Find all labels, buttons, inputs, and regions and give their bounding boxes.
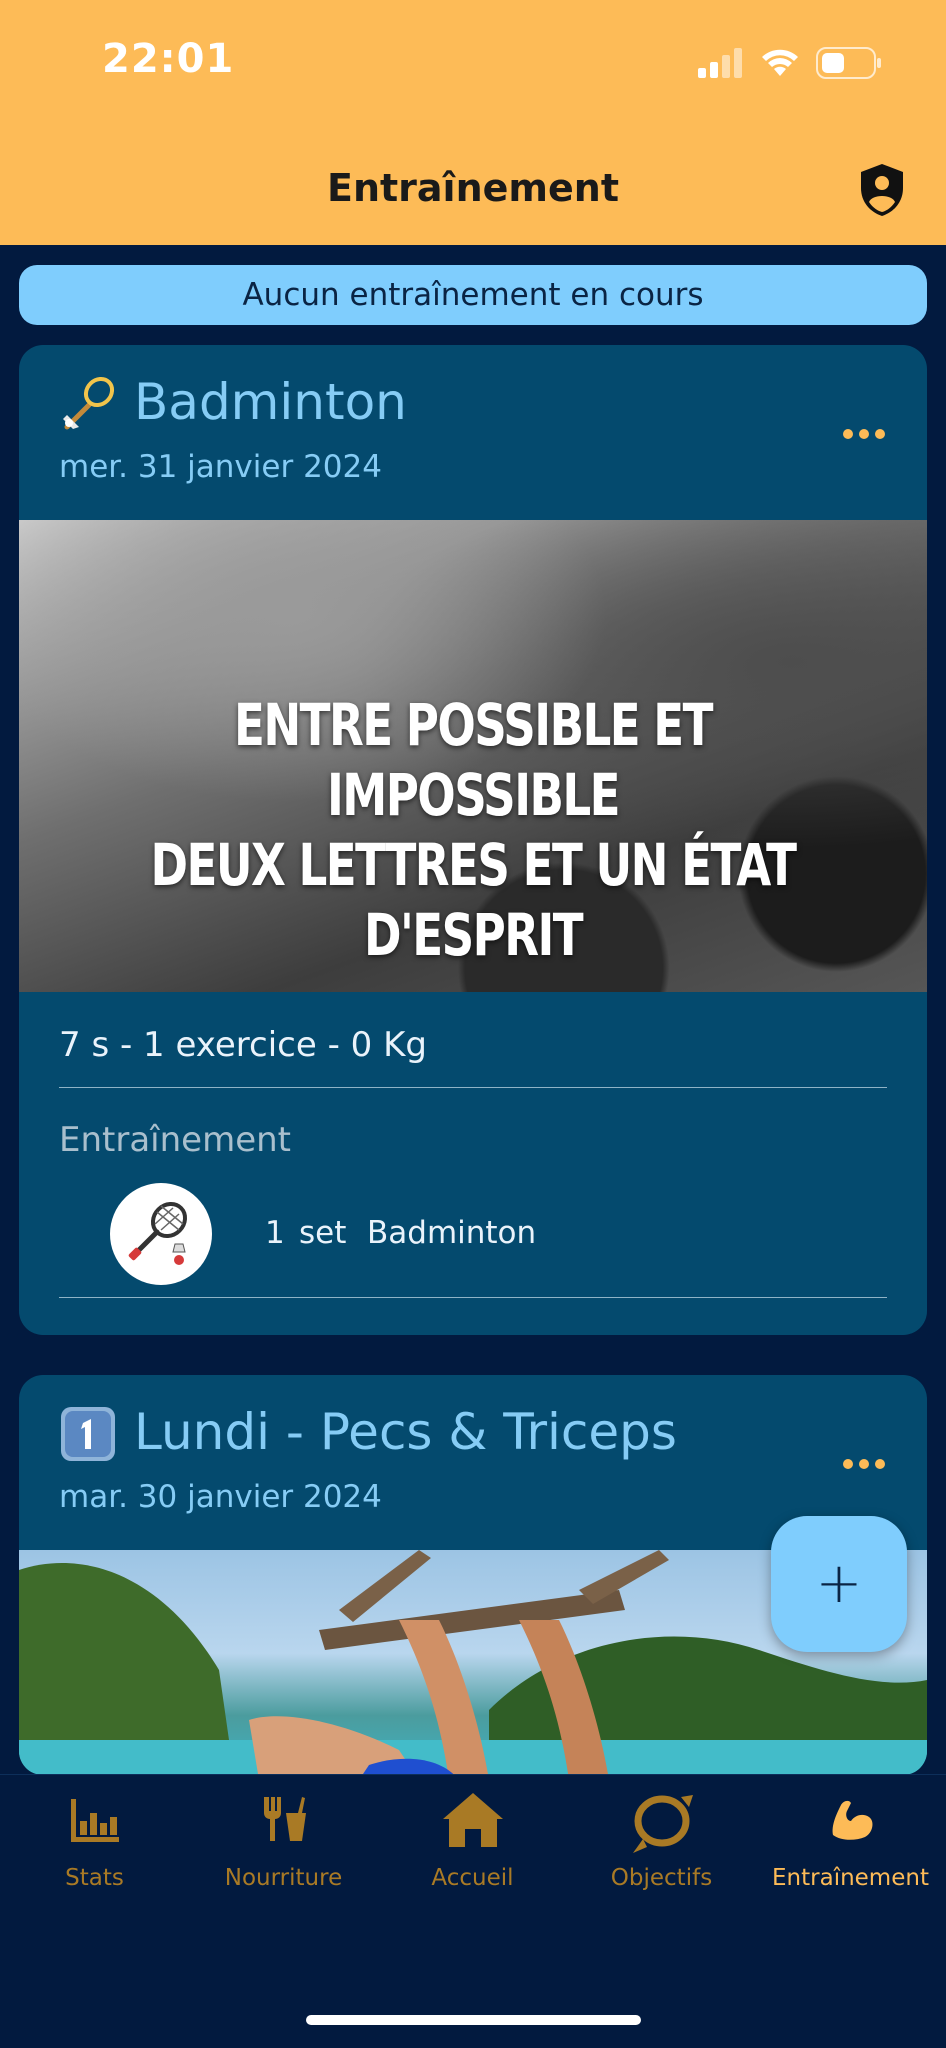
workout-title: Badminton — [134, 373, 407, 431]
tab-home[interactable]: Accueil — [378, 1775, 567, 1915]
tab-label: Stats — [65, 1865, 124, 1891]
cover-quote: ENTRE POSSIBLE ET IMPOSSIBLE DEUX LETTRE… — [119, 690, 827, 970]
divider — [59, 1297, 887, 1298]
battery-icon — [816, 47, 881, 79]
food-icon — [263, 1797, 306, 1841]
stats-icon — [70, 1799, 119, 1842]
divider — [59, 1087, 887, 1088]
exercise-name: Badminton — [367, 1215, 537, 1251]
keycap-one-emoji — [61, 1407, 115, 1461]
tab-bar: Stats Nourriture Accueil Objectifs Entra… — [0, 1774, 946, 2048]
workout-date: mar. 30 janvier 2024 — [59, 1479, 382, 1515]
workout-title: Lundi - Pecs & Triceps — [134, 1403, 677, 1461]
workout-icon — [832, 1800, 872, 1840]
badminton-emoji — [63, 376, 115, 430]
badminton-racket-icon — [110, 1183, 212, 1285]
tab-label: Entraînement — [772, 1865, 929, 1891]
shield-person-icon[interactable] — [858, 162, 906, 218]
add-workout-button[interactable]: + — [771, 1516, 907, 1652]
workout-summary: 7 s - 1 exercice - 0 Kg — [59, 1025, 427, 1065]
exercise-set-unit: set — [299, 1215, 347, 1251]
workout-date: mer. 31 janvier 2024 — [59, 449, 382, 485]
workout-card[interactable]: Badminton mer. 31 janvier 2024 ENTRE POS… — [19, 345, 927, 1335]
no-active-workout-banner[interactable]: Aucun entraînement en cours — [19, 265, 927, 325]
exercise-set-count: 1 — [265, 1215, 285, 1251]
status-icons — [698, 46, 882, 80]
tab-label: Accueil — [431, 1865, 514, 1891]
tab-label: Objectifs — [610, 1865, 713, 1891]
more-options-icon[interactable] — [843, 1459, 885, 1469]
tab-stats[interactable]: Stats — [0, 1775, 189, 1915]
workout-cover-image: ENTRE POSSIBLE ET IMPOSSIBLE DEUX LETTRE… — [19, 520, 927, 992]
goals-icon — [632, 1795, 693, 1853]
tab-goals[interactable]: Objectifs — [567, 1775, 756, 1915]
home-icon — [442, 1793, 503, 1847]
more-options-icon[interactable] — [843, 429, 885, 439]
top-header: 22:01 Entraînement — [0, 0, 946, 245]
tab-workout[interactable]: Entraînement — [756, 1775, 945, 1915]
cover-quote-line: DEUX LETTRES ET UN ÉTAT D'ESPRIT — [150, 831, 798, 969]
tab-food[interactable]: Nourriture — [189, 1775, 378, 1915]
status-time: 22:01 — [102, 36, 235, 82]
signal-icon — [698, 48, 742, 78]
wifi-icon — [762, 49, 798, 76]
page-title: Entraînement — [327, 166, 619, 210]
section-label: Entraînement — [59, 1120, 292, 1160]
tab-label: Nourriture — [224, 1865, 343, 1891]
home-indicator[interactable] — [306, 2015, 641, 2025]
cover-quote-line: ENTRE POSSIBLE ET IMPOSSIBLE — [234, 691, 713, 829]
